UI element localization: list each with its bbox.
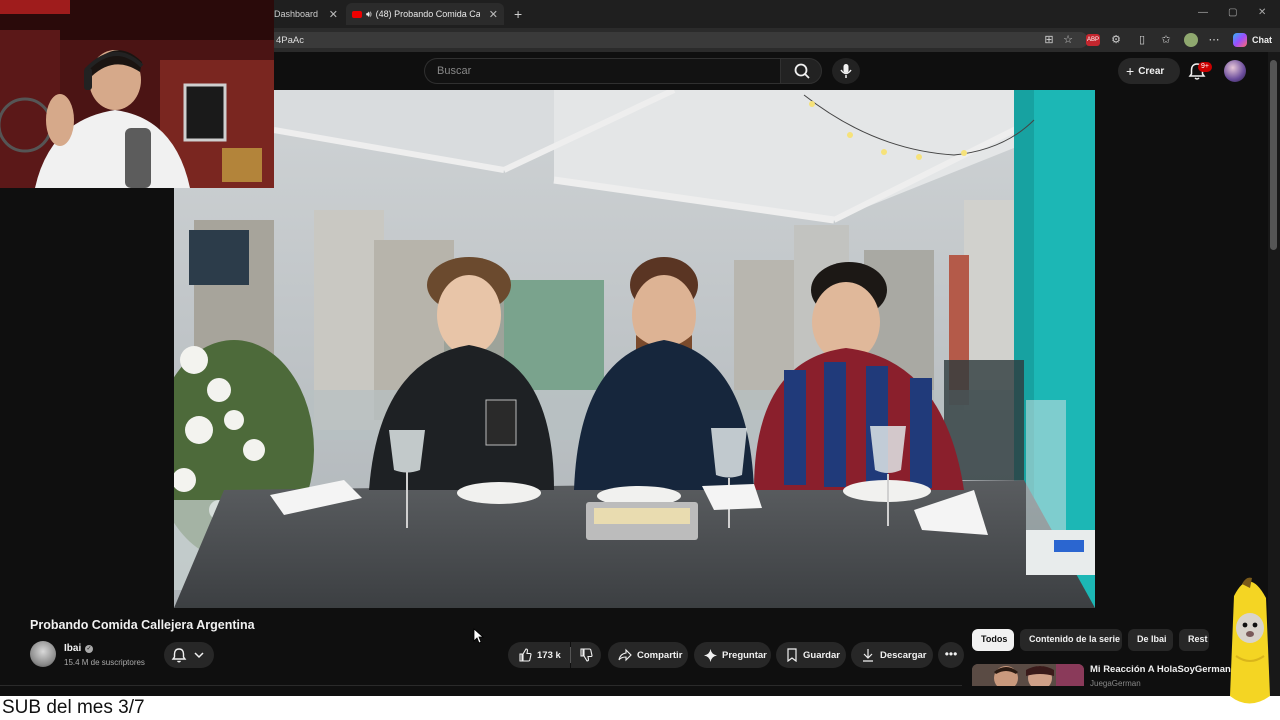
channel-avatar[interactable] <box>30 641 56 667</box>
search-icon <box>794 63 810 79</box>
subscriber-count: 15.4 M de suscriptores <box>64 658 145 667</box>
url-text: 4PaAc <box>276 35 304 46</box>
menu-dots-icon[interactable]: ⋯ <box>1208 34 1220 46</box>
minimize-icon[interactable]: — <box>1198 7 1208 18</box>
banana-cat-sticker <box>1230 577 1270 704</box>
mouse-cursor-icon <box>473 628 485 644</box>
video-title: Probando Comida Callejera Argentina <box>30 618 255 632</box>
account-avatar[interactable] <box>1224 60 1246 82</box>
chip-rest[interactable]: Rest <box>1179 629 1209 651</box>
create-label: Crear <box>1138 65 1165 77</box>
speaker-icon[interactable]: 🔊︎ <box>366 9 372 20</box>
extensions-icon[interactable]: ⚙ <box>1110 34 1122 46</box>
microphone-icon <box>840 64 852 78</box>
section-divider <box>0 685 962 686</box>
recommendation-channel: JuegaGerman <box>1090 679 1141 688</box>
dislike-button[interactable] <box>571 642 601 668</box>
save-label: Guardar <box>803 649 840 661</box>
recommendation-title[interactable]: Mi Reacción A HolaSoyGerman <box>1090 664 1231 675</box>
ask-label: Preguntar <box>722 649 767 661</box>
close-icon[interactable]: ✕ <box>323 8 338 21</box>
youtube-favicon-icon <box>352 10 362 18</box>
webcam-image <box>0 0 274 188</box>
voice-search-button[interactable] <box>832 58 860 84</box>
plus-icon: + <box>1126 63 1135 79</box>
stream-caption-bar <box>0 696 1280 720</box>
adblock-icon[interactable]: ABP <box>1086 34 1100 46</box>
download-button[interactable]: Descargar <box>851 642 933 668</box>
ask-button[interactable]: Preguntar <box>694 642 771 668</box>
thumbs-down-icon <box>580 648 593 662</box>
save-button[interactable]: Guardar <box>776 642 846 668</box>
tab-youtube-video[interactable]: 🔊︎ (48) Probando Comida Callejé ✕ <box>346 3 504 25</box>
search-placeholder: Buscar <box>437 65 472 77</box>
channel-name[interactable]: Ibai <box>64 643 81 654</box>
download-icon <box>863 649 873 662</box>
share-icon <box>618 648 632 662</box>
new-tab-button[interactable]: + <box>508 3 528 25</box>
sparkle-icon <box>704 648 717 662</box>
download-label: Descargar <box>880 649 927 661</box>
subscription-notifications-button[interactable] <box>164 642 214 668</box>
maximize-icon[interactable]: ▢ <box>1228 7 1237 18</box>
thumbnail-image <box>972 664 1084 686</box>
verified-badge-icon: ✓ <box>85 645 93 653</box>
video-frame-image <box>174 90 1095 608</box>
create-button[interactable]: + Crear <box>1118 58 1180 84</box>
like-count: 173 k <box>537 649 561 661</box>
scrollbar-thumb[interactable] <box>1270 60 1277 250</box>
like-button[interactable]: 173 k <box>508 642 570 668</box>
recommendation-thumbnail[interactable] <box>972 664 1084 686</box>
chat-label[interactable]: Chat <box>1252 35 1272 45</box>
star-icon[interactable]: ☆ <box>1062 34 1074 46</box>
share-button[interactable]: Compartir <box>608 642 688 668</box>
split-screen-icon[interactable]: ▯ <box>1136 34 1148 46</box>
window-close-icon[interactable]: ✕ <box>1258 7 1266 18</box>
tab-label: Dashboard <box>274 9 319 19</box>
tab-dashboard[interactable]: Dashboard ✕ <box>268 3 344 25</box>
search-button[interactable] <box>780 58 822 84</box>
app-icon[interactable]: ⊞ <box>1043 34 1055 46</box>
chip-todos[interactable]: Todos <box>972 629 1014 651</box>
tab-label: (48) Probando Comida Callejé <box>375 9 480 19</box>
share-label: Compartir <box>637 649 683 661</box>
copilot-icon[interactable] <box>1233 33 1247 47</box>
notification-badge: 9+ <box>1198 62 1212 72</box>
url-field[interactable]: 4PaAc <box>268 32 1088 48</box>
more-actions-button[interactable]: ••• <box>938 642 964 668</box>
chip-contenido-serie[interactable]: Contenido de la serie <box>1020 629 1122 651</box>
close-icon[interactable]: ✕ <box>483 8 498 21</box>
streamer-webcam-overlay <box>0 0 274 188</box>
video-player[interactable] <box>174 90 1095 608</box>
search-input[interactable]: Buscar <box>424 58 780 84</box>
stream-caption-text: SUB del mes 3/7 <box>2 697 145 718</box>
thumbs-up-icon <box>519 648 532 662</box>
favorites-icon[interactable]: ✩ <box>1160 34 1172 46</box>
profile-icon[interactable] <box>1184 33 1198 47</box>
bell-icon <box>171 648 204 663</box>
bookmark-icon <box>787 648 797 662</box>
chip-de-ibai[interactable]: De Ibai <box>1128 629 1173 651</box>
chevron-down-icon <box>194 652 204 659</box>
